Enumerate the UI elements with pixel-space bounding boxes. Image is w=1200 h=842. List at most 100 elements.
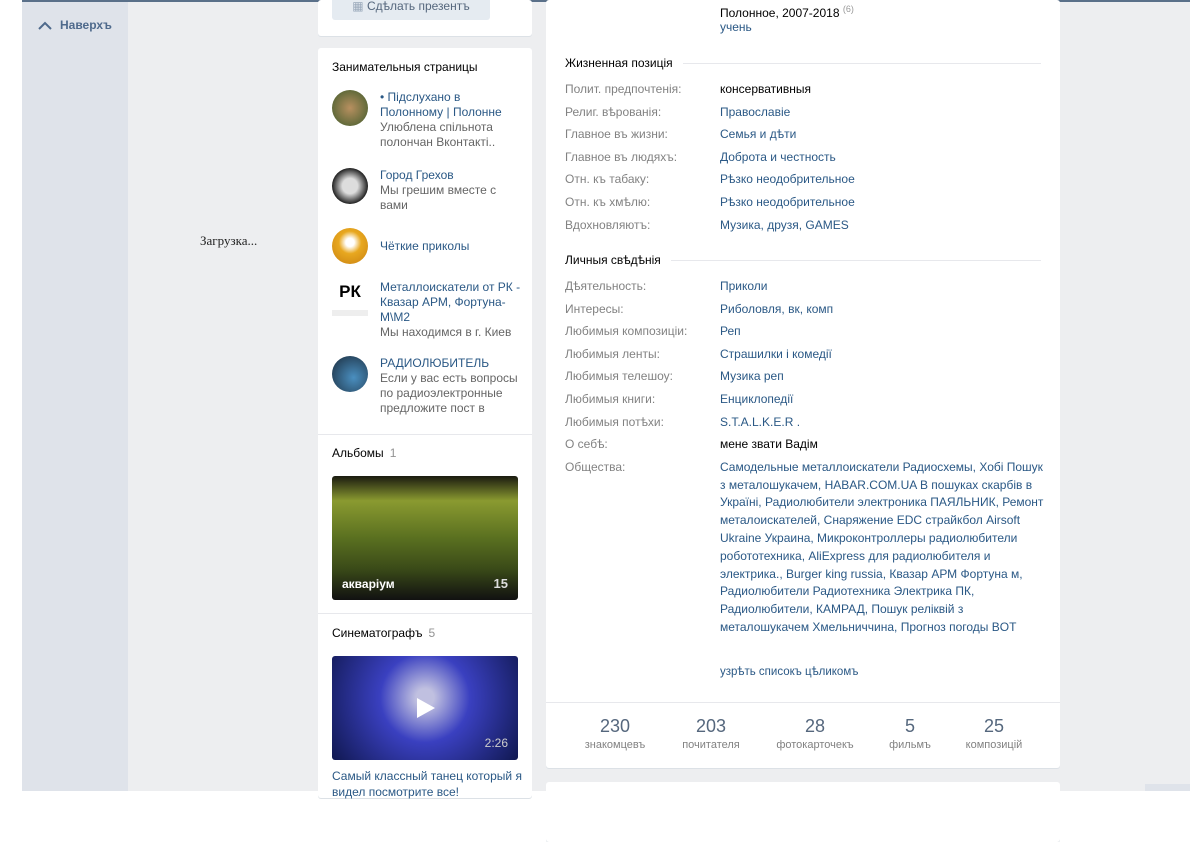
video-title[interactable]: Самый классный танец который я видел пос… — [332, 768, 522, 800]
info-value: мене звати Вадім — [720, 437, 818, 452]
info-row: Любимыя ленты: Страшилки і комедії — [565, 347, 1050, 362]
info-value[interactable]: Реп — [720, 324, 1050, 339]
albums-title[interactable]: Альбомы 1 — [332, 446, 396, 460]
left-sidebar-card: Занимательныя страницы • Підслухано в По… — [318, 48, 532, 800]
page-item[interactable]: Город Грехов Мы грешим вместе с вами — [332, 168, 522, 213]
page-avatar — [332, 90, 368, 126]
page-avatar — [332, 168, 368, 204]
info-value[interactable]: Приколи — [720, 279, 1050, 294]
page-name: Чёткие приколы — [380, 239, 470, 253]
info-label: Отн. къ табаку: — [565, 172, 650, 187]
videos-title[interactable]: Синематографъ 5 — [332, 626, 435, 640]
page-name: • Підслухано в Полонному | Полонне — [380, 90, 502, 119]
info-value: консервативныя — [720, 82, 812, 96]
info-label: Вдохновляютъ: — [565, 217, 651, 232]
info-label: Полит. предпочтенія: — [565, 82, 682, 96]
page-name: РАДИОЛЮБИТЕЛЬ — [380, 356, 490, 370]
info-label: О себѣ: — [565, 437, 608, 452]
counter-label: фотокарточекъ — [776, 739, 854, 751]
divider — [318, 613, 532, 614]
counter-label: композицій — [965, 739, 1023, 751]
info-row: Полит. предпочтенія: консервативныя — [565, 82, 1050, 97]
video-duration: 2:26 — [484, 736, 508, 750]
counter-label: почитателя — [682, 739, 740, 751]
info-row: Главное въ жизни: Семья и дѣти — [565, 127, 1050, 142]
page-avatar — [332, 228, 368, 264]
scroll-to-top-label: Наверхъ — [60, 18, 112, 32]
scroll-to-top-column[interactable] — [22, 2, 128, 791]
education-line: Полонное, 2007-2018 (6) — [720, 4, 854, 20]
info-label: Любимыя телешоу: — [565, 369, 673, 384]
gift-icon: ▦ — [352, 0, 367, 13]
info-row: Любимыя композиціи: Реп — [565, 324, 1050, 339]
info-label: Любимыя потѣхи: — [565, 414, 664, 429]
album-count: 15 — [493, 576, 508, 591]
info-value[interactable]: Страшилки і комедії — [720, 347, 1050, 362]
info-label: Любимыя ленты: — [565, 346, 660, 361]
page-name: Металлоискатели от РК - Квазар АРМ, Форт… — [380, 280, 521, 324]
page-avatar: РК — [332, 280, 368, 316]
pages-title: Занимательныя страницы — [332, 60, 478, 74]
page-item[interactable]: РАДИОЛЮБИТЕЛЬ Если у вас есть вопросы по … — [332, 356, 522, 416]
info-value[interactable]: Енциклопедії — [720, 392, 1050, 407]
info-value[interactable]: Рѣзко неодобрительное — [720, 172, 1050, 187]
info-row: Любимыя книги: Енциклопедії — [565, 392, 1050, 407]
info-label: Общества: — [565, 459, 626, 474]
counter-композицій[interactable]: 25 композицій — [944, 716, 1044, 751]
info-label: Религ. вѣрованія: — [565, 104, 662, 119]
gift-card: ▦ Сдѣлать презентъ — [318, 0, 532, 36]
info-value[interactable]: Семья и дѣти — [720, 127, 1050, 142]
info-label: Отн. къ хмѣлю: — [565, 195, 651, 209]
info-row: Религ. вѣрованія: Православіе — [565, 105, 1050, 120]
info-value[interactable]: Музика реп — [720, 369, 1050, 384]
counter-label: знакомцевъ — [584, 739, 646, 751]
chevron-up-icon — [38, 21, 52, 30]
page-item[interactable]: Чёткие приколы — [332, 228, 522, 264]
counter-фотокарточекъ[interactable]: 28 фотокарточекъ — [765, 716, 865, 751]
info-row: Дѣятельность: Приколи — [565, 279, 1050, 294]
loading-text: Загрузка... — [200, 233, 258, 248]
counter-number: 203 — [695, 716, 727, 736]
video-thumbnail[interactable]: 2:26 — [332, 656, 518, 760]
info-label: Любимыя композиціи: — [565, 324, 688, 339]
info-row: Главное въ людяхъ: Доброта и честность — [565, 150, 1050, 165]
info-value[interactable]: Православіе — [720, 105, 1050, 120]
profile-info-card: Полонное, 2007-2018 (6) учень Жизненная … — [546, 0, 1060, 768]
info-label: Главное въ жизни: — [565, 127, 668, 142]
page-desc: Если у вас есть вопросы по радиоэлектрон… — [380, 371, 518, 415]
divider — [318, 434, 532, 435]
album-thumbnail[interactable]: акваріум 15 — [332, 476, 518, 600]
info-value[interactable]: Самодельные металлоискатели Радиосхемы, … — [720, 459, 1050, 637]
counter-знакомцевъ[interactable]: 230 знакомцевъ — [565, 716, 665, 751]
info-row: Интересы: Риболовля, вк, комп — [565, 302, 1050, 317]
info-value[interactable]: Доброта и честность — [720, 150, 1050, 165]
info-row: О себѣ: мене звати Вадім — [565, 437, 1050, 452]
page-desc: Мы грешим вместе с вами — [380, 183, 497, 212]
send-gift-button[interactable]: ▦ Сдѣлать презентъ — [332, 0, 490, 20]
scroll-indicator[interactable] — [1145, 784, 1190, 791]
show-all-communities-link[interactable]: узрѣть списокъ цѣликомъ — [720, 666, 858, 678]
info-label: Главное въ людяхъ: — [565, 149, 678, 164]
page-item[interactable]: • Підслухано в Полонному | Полонне Улюбле… — [332, 90, 522, 150]
education-role[interactable]: учень — [720, 20, 1050, 35]
profile-counters: 230 знакомцевъ 203 почитателя 28 фотокарточек… — [546, 702, 1060, 768]
page-desc: Мы находимся в г. Киев — [380, 325, 512, 339]
personal-info-section-title: Личныя свѣдѣнія — [565, 253, 1041, 267]
info-value[interactable]: Рѣзко неодобрительное — [720, 195, 1050, 210]
page-avatar — [332, 356, 368, 392]
life-position-section-title: Жизненная позиція — [565, 56, 1041, 70]
page-desc: Улюблена спільнота полончан Вконтакті.. — [380, 120, 496, 149]
info-row: Вдохновляютъ: Музика, друзя, GAMES — [565, 218, 1050, 233]
page-name: Город Грехов — [380, 168, 454, 182]
scroll-to-top-button[interactable]: Наверхъ — [38, 18, 112, 32]
info-value[interactable]: Музика, друзя, GAMES — [720, 218, 1050, 233]
info-label: Дѣятельность: — [565, 279, 647, 293]
info-value[interactable]: Риболовля, вк, комп — [720, 302, 1050, 317]
counter-number: 28 — [804, 716, 826, 736]
info-row: Любимыя потѣхи: S.T.A.L.K.E.R . — [565, 415, 1050, 430]
page-item[interactable]: РК Металлоискатели от РК - Квазар АРМ, Ф… — [332, 280, 522, 340]
counter-number: 25 — [983, 716, 1005, 736]
counter-почитателя[interactable]: 203 почитателя — [661, 716, 761, 751]
info-row: Общества: Самодельные металлоискатели Рад… — [565, 460, 1050, 637]
info-value[interactable]: S.T.A.L.K.E.R . — [720, 415, 1050, 430]
